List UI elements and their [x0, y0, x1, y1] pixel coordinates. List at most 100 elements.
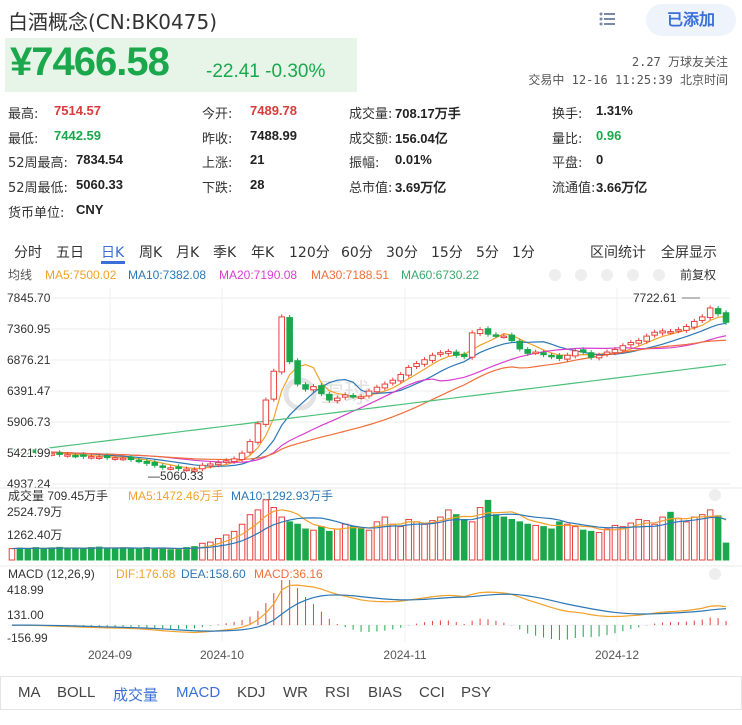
candle-body: [635, 340, 643, 344]
volume-bar: [627, 522, 635, 561]
candle-body: [698, 316, 706, 321]
candle-body: [508, 334, 516, 342]
volume-bar: [349, 526, 357, 561]
candle-body: [651, 331, 658, 336]
close-macd-icon[interactable]: [709, 568, 721, 580]
candle-body: [238, 452, 246, 461]
candle-body: [143, 460, 151, 464]
zoom-out-icon[interactable]: [549, 269, 561, 281]
scroll-left-icon[interactable]: [601, 269, 613, 281]
volume-bar: [230, 530, 238, 561]
stat-value: 0.96: [596, 128, 622, 143]
volume-bar: [143, 547, 151, 561]
candle-body: [572, 350, 579, 357]
stat-value: CNY: [76, 202, 104, 217]
macd-label: MACD (12,26,9): [8, 567, 95, 581]
fullscreen-tab[interactable]: 全屏显示: [661, 242, 717, 262]
volume-bar: [714, 515, 722, 561]
candle-body: [310, 386, 317, 391]
period-tab[interactable]: 季K: [213, 242, 236, 262]
range-stats-tab[interactable]: 区间统计: [590, 242, 646, 262]
indicator-tab[interactable]: WR: [283, 684, 308, 701]
volume-bar: [135, 548, 143, 561]
period-tab[interactable]: 30分: [386, 242, 418, 262]
add-watchlist-button[interactable]: 已添加: [646, 4, 736, 36]
period-tab[interactable]: 年K: [251, 242, 274, 262]
period-tab[interactable]: 15分: [431, 242, 463, 262]
candle-body: [587, 352, 595, 358]
volume-bar: [389, 523, 397, 561]
period-tab[interactable]: 60分: [341, 242, 373, 262]
volume-bar: [429, 520, 436, 561]
volume-bar: [341, 523, 349, 561]
candle-body: [595, 354, 603, 359]
candle-body: [341, 394, 349, 398]
candle-body: [548, 354, 555, 358]
candle-body: [484, 328, 492, 335]
period-tab[interactable]: 5分: [476, 242, 499, 262]
volume-bar: [214, 538, 222, 561]
candle-body: [500, 335, 508, 339]
stock-chart[interactable]: 均线 MA5:7500.02 MA10:7382.08 MA20:7190.08 MA3…: [0, 264, 742, 664]
candle-body: [278, 316, 286, 373]
volume-bar: [524, 523, 531, 561]
volume-bar: [326, 530, 333, 561]
share-icon[interactable]: [598, 12, 616, 26]
candle-body: [476, 329, 484, 335]
indicator-tab[interactable]: BIAS: [368, 684, 402, 701]
candle-body: [365, 390, 373, 397]
column-icon[interactable]: [653, 269, 665, 281]
candle-body: [127, 456, 135, 461]
volume-bar: [24, 548, 32, 561]
ma10-legend: MA10:7382.08: [128, 268, 206, 282]
candle-body: [135, 459, 143, 463]
volume-bar: [151, 548, 159, 561]
volume-bar: [500, 516, 508, 561]
candle-body: [262, 399, 270, 425]
indicator-tab[interactable]: RSI: [325, 684, 350, 701]
indicator-tab[interactable]: CCI: [419, 684, 445, 701]
indicator-tab[interactable]: 成交量: [113, 684, 158, 705]
stat-value: 7514.57: [54, 103, 101, 118]
stat-value: 1.31%: [596, 103, 633, 118]
candle-body: [270, 370, 278, 400]
volume-bar: [540, 526, 547, 561]
stat-label: 下跌:: [202, 181, 233, 196]
indicator-tab[interactable]: KDJ: [237, 684, 265, 701]
candle-body: [524, 349, 531, 354]
zoom-in-icon[interactable]: [575, 269, 587, 281]
period-tab[interactable]: 分时: [14, 242, 42, 262]
indicator-tab[interactable]: MA: [18, 684, 41, 701]
volume-bar: [310, 529, 317, 561]
stat-label: 52周最低:: [8, 181, 68, 196]
volume-axis-label: 1262.40万: [7, 528, 62, 542]
high-annotation: 7722.61: [633, 291, 677, 305]
candle-body: [357, 396, 365, 399]
volume-bar: [302, 528, 309, 561]
candle-body: [691, 320, 698, 328]
period-tab[interactable]: 月K: [176, 242, 199, 262]
close-volume-icon[interactable]: [709, 489, 721, 501]
candle-body: [556, 355, 563, 359]
period-tab[interactable]: 周K: [139, 242, 162, 262]
indicator-tab[interactable]: PSY: [461, 684, 491, 701]
macd-axis-label: -156.99: [7, 631, 48, 645]
candle-body: [619, 345, 627, 351]
candle-body: [119, 457, 127, 461]
candle-body: [437, 352, 444, 355]
date-axis-label: 2024-09: [88, 648, 132, 662]
stat-label: 成交量:: [349, 107, 393, 122]
candle-body: [540, 352, 547, 356]
ma30-legend: MA30:7188.51: [311, 268, 389, 282]
indicator-tab[interactable]: MACD: [176, 684, 220, 701]
period-tab[interactable]: 日K: [101, 242, 124, 262]
candle-body: [445, 350, 452, 354]
volume-bar: [651, 523, 658, 561]
indicator-tab[interactable]: BOLL: [57, 684, 95, 701]
volume-bar: [40, 548, 47, 561]
period-tab[interactable]: 120分: [289, 242, 330, 262]
period-tab[interactable]: 五日: [56, 242, 84, 262]
period-tab[interactable]: 1分: [512, 242, 535, 262]
scroll-right-icon[interactable]: [627, 269, 639, 281]
volume-bar: [445, 509, 452, 561]
